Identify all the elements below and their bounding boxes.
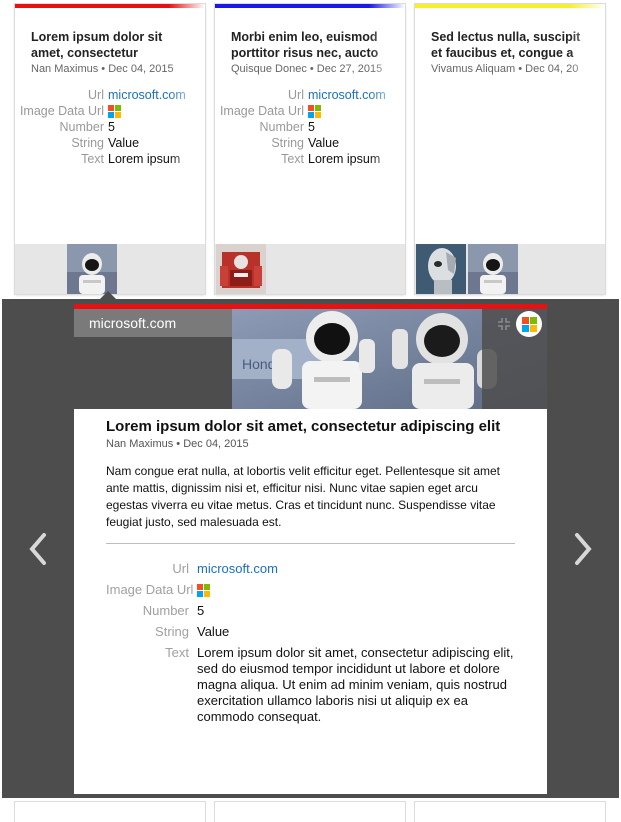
detail-value-text: Lorem ipsum dolor sit amet, consectetur … <box>197 645 514 724</box>
card-peek-2[interactable] <box>215 802 405 822</box>
card-peek-1[interactable] <box>15 802 205 822</box>
thumbnail-strip <box>415 244 605 294</box>
prop-value-string: Value <box>308 136 340 150</box>
detail-title: Lorem ipsum dolor sit amet, consectetur … <box>106 418 501 435</box>
card-accent-bar <box>215 4 405 8</box>
prop-label-text: Text <box>281 152 304 166</box>
prop-label-text: Text <box>81 152 104 166</box>
robot-thumbnail[interactable] <box>67 244 117 294</box>
prop-value-url[interactable]: microsoft.com <box>108 87 186 103</box>
thumbnail-strip <box>15 244 205 294</box>
chevron-left-icon[interactable] <box>27 532 49 566</box>
detail-properties: Url microsoft.com Image Data Url Number 5 … <box>106 561 516 730</box>
card-meta: Nan Maximus • Dec 04, 2015 <box>31 63 174 75</box>
prop-label-image: Image Data Url <box>219 104 304 118</box>
card-peek-3[interactable] <box>415 802 605 822</box>
thumbnail-strip <box>215 244 405 294</box>
chevron-right-icon[interactable] <box>572 532 594 566</box>
card-1[interactable]: Lorem ipsum dolor sit amet, consectetur … <box>15 4 205 294</box>
microsoft-logo-icon <box>197 582 516 598</box>
red-robot-thumbnail[interactable] <box>216 244 266 294</box>
prop-label-number: Number <box>59 120 104 134</box>
detail-value-url[interactable]: microsoft.com <box>197 561 516 577</box>
detail-divider <box>106 543 515 544</box>
detail-label-text: Text <box>165 645 189 660</box>
card-accent-bar <box>415 4 605 8</box>
prop-value-url[interactable]: microsoft.com <box>308 87 386 103</box>
card-title: Morbi enim leo, euismod porttitor risus … <box>231 30 379 60</box>
detail-hero: Honda microsoft.com <box>74 309 547 409</box>
robot-thumbnail[interactable] <box>468 244 518 294</box>
prop-value-number: 5 <box>108 120 115 134</box>
card-meta: Quisque Donec • Dec 27, 2015 <box>231 63 383 75</box>
detail-label-url: Url <box>172 561 189 576</box>
card-meta: Vivamus Aliquam • Dec 04, 20 <box>431 63 579 75</box>
prop-value-text: Lorem ipsum <box>308 152 381 166</box>
android-thumbnail[interactable] <box>416 244 466 294</box>
detail-domain-label: microsoft.com <box>74 309 232 337</box>
microsoft-logo-icon <box>108 103 121 119</box>
card-accent-bar <box>15 4 205 8</box>
card-2[interactable]: Morbi enim leo, euismod porttitor risus … <box>215 4 405 294</box>
prop-value-text: Lorem ipsum <box>108 152 181 166</box>
prop-value-number: 5 <box>308 120 315 134</box>
microsoft-logo-icon <box>516 311 542 337</box>
card-title: Lorem ipsum dolor sit amet, consectetur <box>31 30 163 60</box>
card-properties: Url microsoft.com Image Data Url Number 5 … <box>215 87 405 167</box>
prop-label-string: String <box>71 136 104 150</box>
detail-value-string: Value <box>197 624 230 639</box>
detail-label-string: String <box>155 624 189 639</box>
prop-label-image: Image Data Url <box>19 104 104 118</box>
detail-label-number: Number <box>142 603 189 618</box>
detail-meta: Nan Maximus • Dec 04, 2015 <box>106 438 249 450</box>
detail-value-number: 5 <box>197 603 205 618</box>
detail-label-image: Image Data Url <box>106 582 194 597</box>
prop-label-url: Url <box>288 88 304 102</box>
prop-label-number: Number <box>259 120 304 134</box>
prop-label-string: String <box>271 136 304 150</box>
microsoft-logo-icon <box>308 103 321 119</box>
card-title: Sed lectus nulla, suscipit et faucibus e… <box>431 30 581 60</box>
card-3[interactable]: Sed lectus nulla, suscipit et faucibus e… <box>415 4 605 294</box>
collapse-icon[interactable] <box>497 317 511 331</box>
prop-label-url: Url <box>88 88 104 102</box>
selection-caret <box>99 291 117 300</box>
detail-body: Nam congue erat nulla, at lobortis velit… <box>106 464 500 529</box>
prop-value-string: Value <box>108 136 140 150</box>
card-properties: Url microsoft.com Image Data Url Number 5 … <box>15 87 205 167</box>
